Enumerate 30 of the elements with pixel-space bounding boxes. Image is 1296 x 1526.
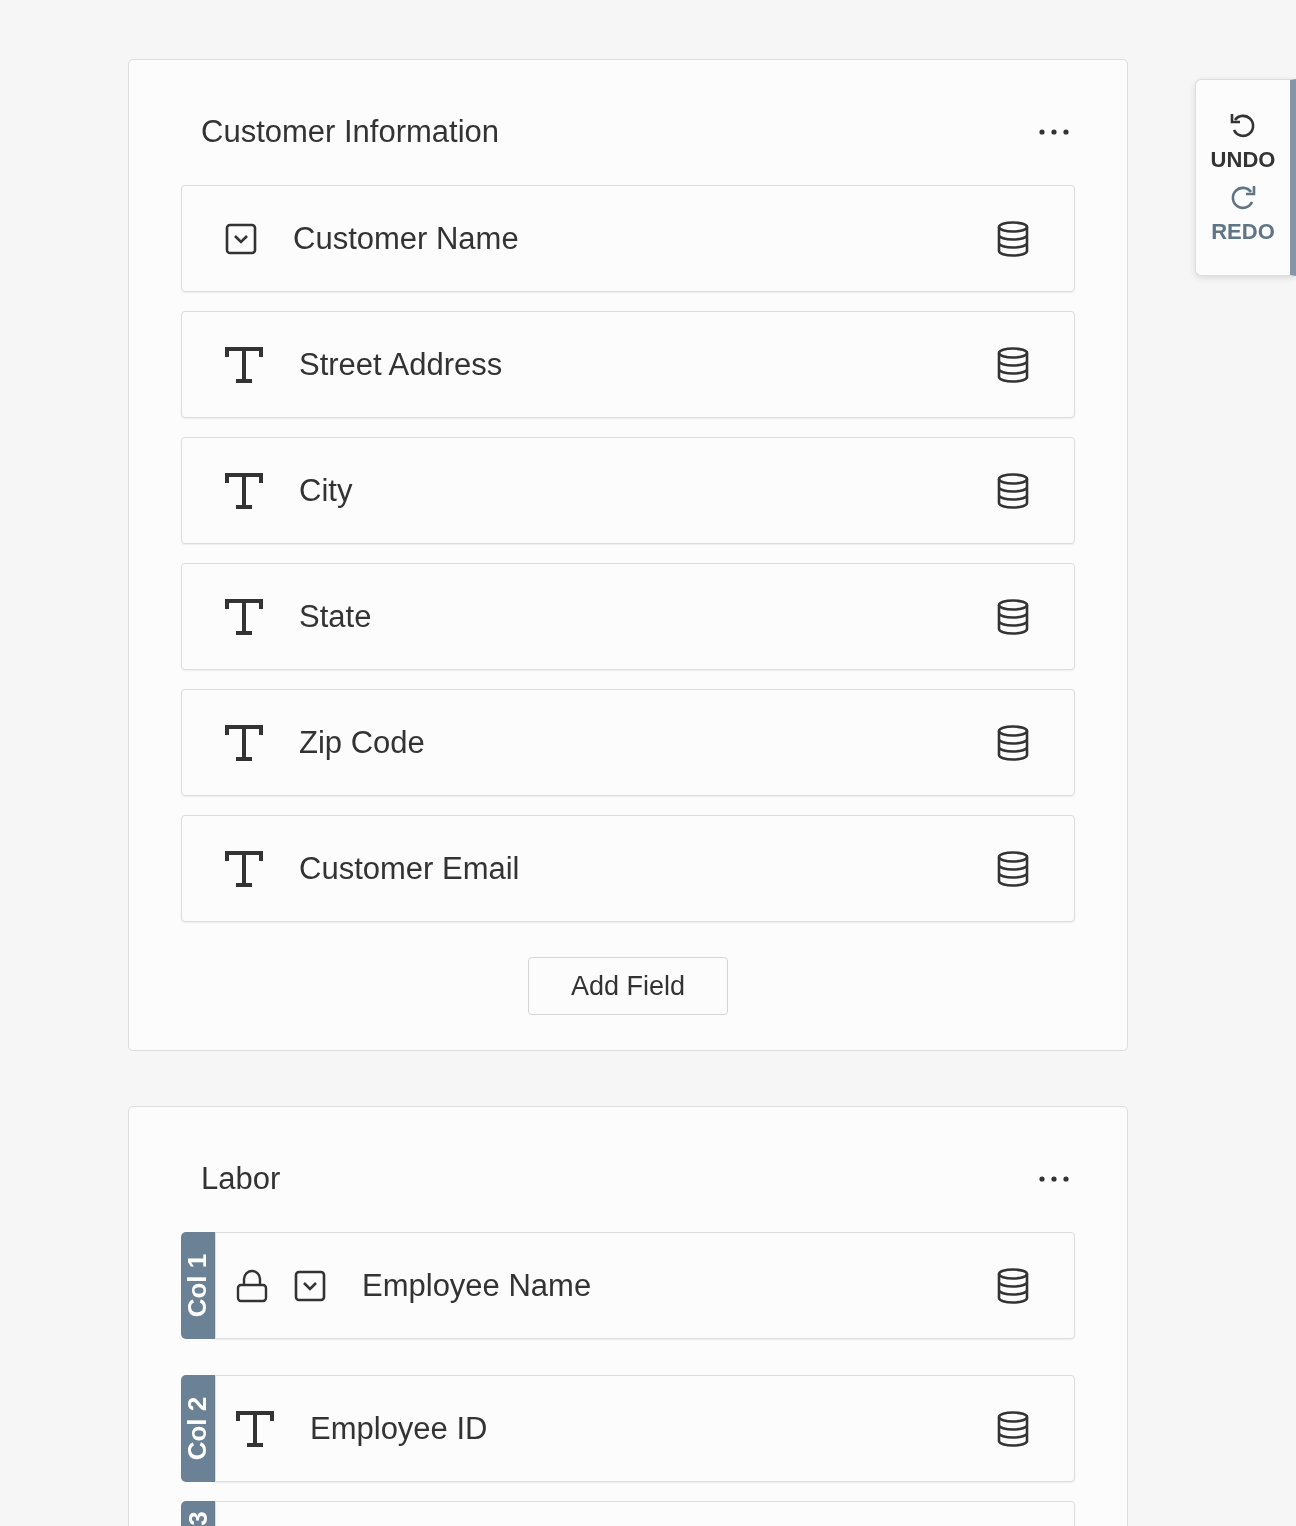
- field-label: Zip Code: [299, 724, 426, 761]
- database-icon: [997, 1267, 1029, 1304]
- database-icon: [997, 472, 1029, 509]
- field-label: State: [299, 598, 373, 635]
- field-label: Customer Name: [293, 220, 520, 257]
- field-row[interactable]: Employee ID: [215, 1375, 1075, 1482]
- field-row[interactable]: Customer Email: [181, 815, 1075, 922]
- database-icon: [997, 1410, 1029, 1447]
- section-title: Customer Information: [201, 114, 500, 150]
- more-icon[interactable]: [1039, 129, 1069, 135]
- undo-button[interactable]: UNDO: [1210, 110, 1276, 173]
- add-field-button[interactable]: Add Field: [528, 957, 728, 1015]
- more-icon[interactable]: [1039, 1176, 1069, 1182]
- field-row[interactable]: Customer Name: [181, 185, 1075, 292]
- database-icon: [997, 850, 1029, 887]
- field-label: Street Address: [299, 346, 504, 383]
- field-label: City: [299, 472, 354, 509]
- database-icon: [997, 598, 1029, 635]
- field-label: Employee Name: [362, 1267, 593, 1304]
- database-icon: [997, 346, 1029, 383]
- field-row[interactable]: Zip Code: [181, 689, 1075, 796]
- field-row[interactable]: State: [181, 563, 1075, 670]
- field-label: Customer Email: [299, 850, 521, 887]
- database-icon: [997, 220, 1029, 257]
- field-row[interactable]: City: [181, 437, 1075, 544]
- field-label: Employee ID: [310, 1410, 489, 1447]
- database-icon: [997, 724, 1029, 761]
- field-row[interactable]: Employee Name: [215, 1232, 1075, 1339]
- section-title: Labor: [201, 1161, 281, 1197]
- field-row[interactable]: Street Address: [181, 311, 1075, 418]
